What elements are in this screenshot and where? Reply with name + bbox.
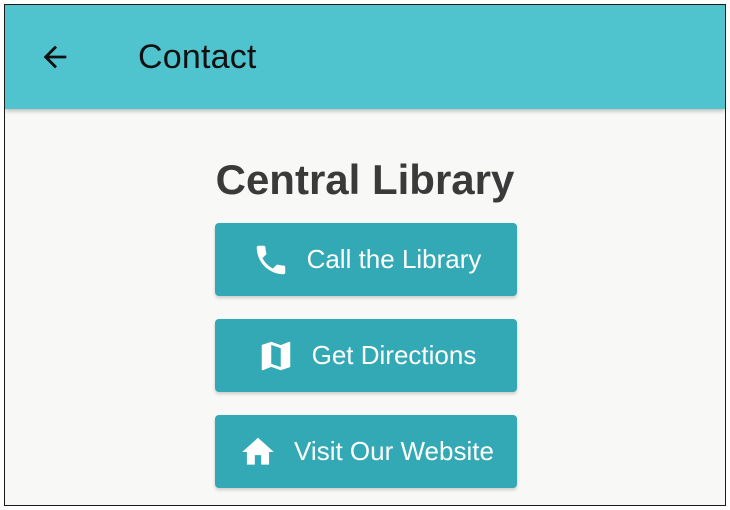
- get-directions-button[interactable]: Get Directions: [215, 319, 517, 392]
- back-button[interactable]: [33, 35, 77, 79]
- home-icon: [238, 432, 278, 472]
- get-directions-label: Get Directions: [311, 340, 477, 370]
- call-library-label: Call the Library: [306, 244, 482, 274]
- library-name-heading: Central Library: [215, 156, 515, 203]
- app-bar: Contact: [5, 5, 725, 109]
- visit-website-label: Visit Our Website: [294, 436, 494, 466]
- app-window: Contact Central Library Call the Library…: [4, 4, 726, 506]
- main-content: Central Library Call the Library Get Dir…: [5, 109, 725, 505]
- visit-website-button[interactable]: Visit Our Website: [215, 415, 517, 488]
- arrow-left-icon: [43, 45, 67, 69]
- page-header-title: Contact: [138, 38, 257, 76]
- map-icon: [256, 336, 296, 376]
- call-library-button[interactable]: Call the Library: [215, 223, 517, 296]
- phone-icon: [251, 240, 291, 280]
